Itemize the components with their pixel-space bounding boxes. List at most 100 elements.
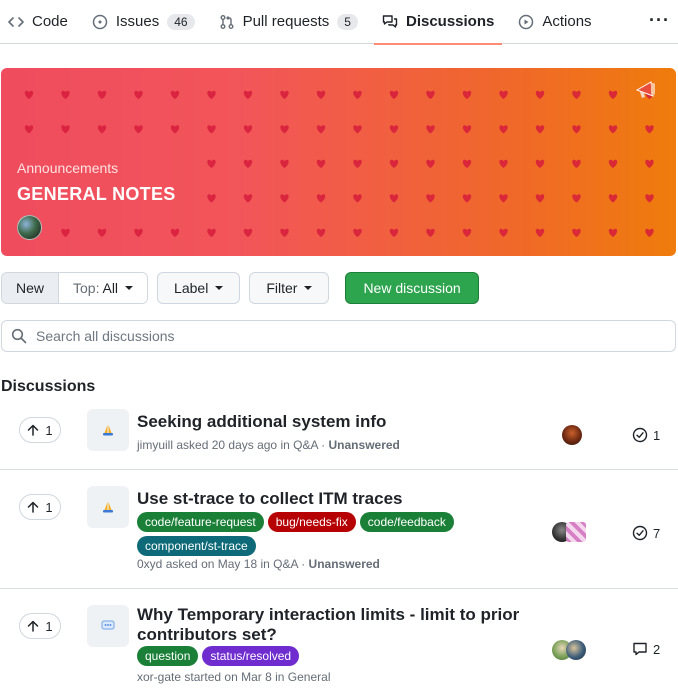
author-link[interactable]: 0xyd: [137, 557, 162, 571]
category-link[interactable]: Q&A: [293, 438, 318, 452]
upvote-button[interactable]: 1: [19, 613, 61, 639]
heart-icon: [24, 125, 34, 134]
filter-button[interactable]: Filter: [249, 272, 330, 304]
tab-issues[interactable]: Issues 46: [84, 0, 203, 44]
tab-issues-label: Issues: [115, 13, 160, 30]
avatar[interactable]: [566, 640, 586, 660]
meta-dot: ·: [301, 557, 306, 571]
heart-icon: [426, 90, 435, 99]
arrow-up-icon: [28, 620, 39, 632]
heart-icon: [243, 90, 253, 99]
tab-code[interactable]: Code: [0, 0, 76, 44]
comment-discussion-icon: [382, 14, 398, 28]
heart-icon: [243, 159, 253, 168]
discussion-row: 1 Seeking additional system info jimyuil…: [0, 400, 678, 470]
repo-tabs: Code Issues 46 Pull requests 5 Discussio…: [0, 0, 678, 45]
comment-count: 2: [632, 641, 660, 657]
heart-icon: [280, 228, 289, 237]
heart-icon: [572, 159, 581, 168]
participants: [562, 425, 582, 445]
issue-opened-icon: [92, 14, 108, 29]
label-badge[interactable]: question: [137, 646, 199, 666]
stat-value: 1: [653, 427, 661, 443]
tab-discussions[interactable]: Discussions: [373, 0, 503, 45]
heart-icon: [207, 228, 216, 237]
heart-icon: [608, 194, 618, 203]
new-discussion-label: New discussion: [363, 280, 461, 296]
answered-count: 1: [632, 427, 660, 443]
meta-in: in: [260, 557, 270, 571]
heart-icon: [535, 90, 545, 99]
vote-count: 1: [45, 618, 53, 634]
megaphone-icon: [634, 78, 658, 105]
label-badge[interactable]: status/resolved: [202, 646, 300, 666]
heart-icon: [608, 125, 618, 134]
top-value: All: [102, 280, 119, 296]
meta-dot: ·: [321, 438, 326, 452]
category-emoji: [87, 409, 129, 451]
play-icon: [519, 14, 534, 29]
label-badge[interactable]: component/st-trace: [137, 536, 256, 556]
heart-icon: [280, 194, 289, 203]
heart-icon: [535, 228, 545, 237]
heart-icon: [462, 159, 472, 168]
upvote-button[interactable]: 1: [19, 417, 61, 443]
heart-icon: [97, 125, 107, 134]
heart-icon: [134, 90, 143, 99]
author-link[interactable]: jimyuill: [137, 438, 173, 452]
meta-when: on Mar 8: [224, 670, 272, 684]
avatar[interactable]: [17, 215, 42, 240]
avatar[interactable]: [566, 522, 586, 542]
sort-new-button[interactable]: New: [2, 273, 60, 303]
heart-icon: [499, 194, 508, 203]
heart-icon: [353, 159, 362, 168]
sort-top-dropdown[interactable]: Top: All: [59, 273, 148, 303]
search-input[interactable]: [36, 328, 636, 344]
heart-icon: [645, 159, 654, 168]
discussion-title[interactable]: Why Temporary interaction limits - limit…: [137, 605, 537, 645]
heart-icon: [499, 159, 508, 168]
heart-icon: [389, 159, 399, 168]
heart-icon: [462, 125, 472, 134]
stat-value: 7: [653, 525, 661, 541]
heart-icon: [97, 228, 107, 237]
upvote-button[interactable]: 1: [19, 494, 61, 520]
heart-icon: [353, 125, 362, 134]
heart-icon: [608, 159, 618, 168]
heart-icon: [316, 90, 326, 99]
label-filter-button[interactable]: Label: [157, 272, 241, 304]
arrow-up-icon: [28, 501, 39, 513]
discussion-title[interactable]: Use st-trace to collect ITM traces: [137, 489, 537, 509]
heart-icon: [645, 228, 654, 237]
code-icon: [8, 16, 24, 27]
meta-in: in: [280, 438, 290, 452]
tab-actions[interactable]: Actions: [510, 0, 599, 44]
tab-pull-requests[interactable]: Pull requests 5: [211, 0, 366, 44]
category-link[interactable]: General: [288, 670, 331, 684]
heart-icon: [243, 125, 253, 134]
banner-title: GENERAL NOTES: [17, 184, 176, 204]
heart-icon: [280, 90, 289, 99]
label-badge[interactable]: code/feature-request: [137, 512, 264, 532]
discussion-row: 1 Use st-trace to collect ITM traces cod…: [0, 470, 678, 589]
label-badge[interactable]: bug/needs-fix: [267, 512, 356, 532]
heart-icon: [280, 125, 289, 134]
discussion-title[interactable]: Seeking additional system info: [137, 412, 537, 432]
heart-icon: [61, 125, 70, 134]
chevron-down-icon: [304, 286, 313, 290]
filter-label: Filter: [266, 280, 298, 296]
heart-icon: [462, 194, 472, 203]
label-badge[interactable]: code/feedback: [359, 512, 454, 532]
heart-icon: [61, 90, 70, 99]
section-title: Discussions: [1, 378, 96, 395]
heart-icon: [389, 228, 399, 237]
new-discussion-button[interactable]: New discussion: [345, 272, 479, 304]
tab-discussions-label: Discussions: [405, 13, 495, 30]
category-link[interactable]: Q&A: [273, 557, 298, 571]
avatar[interactable]: [562, 425, 582, 445]
heart-icon: [572, 125, 581, 134]
author-link[interactable]: xor-gate: [137, 670, 181, 684]
more-tabs-button[interactable]: ···: [649, 10, 670, 31]
meta-when: on May 18: [201, 557, 258, 571]
discussions-toolbar: New Top: All Label Filter New discussion: [1, 272, 479, 304]
